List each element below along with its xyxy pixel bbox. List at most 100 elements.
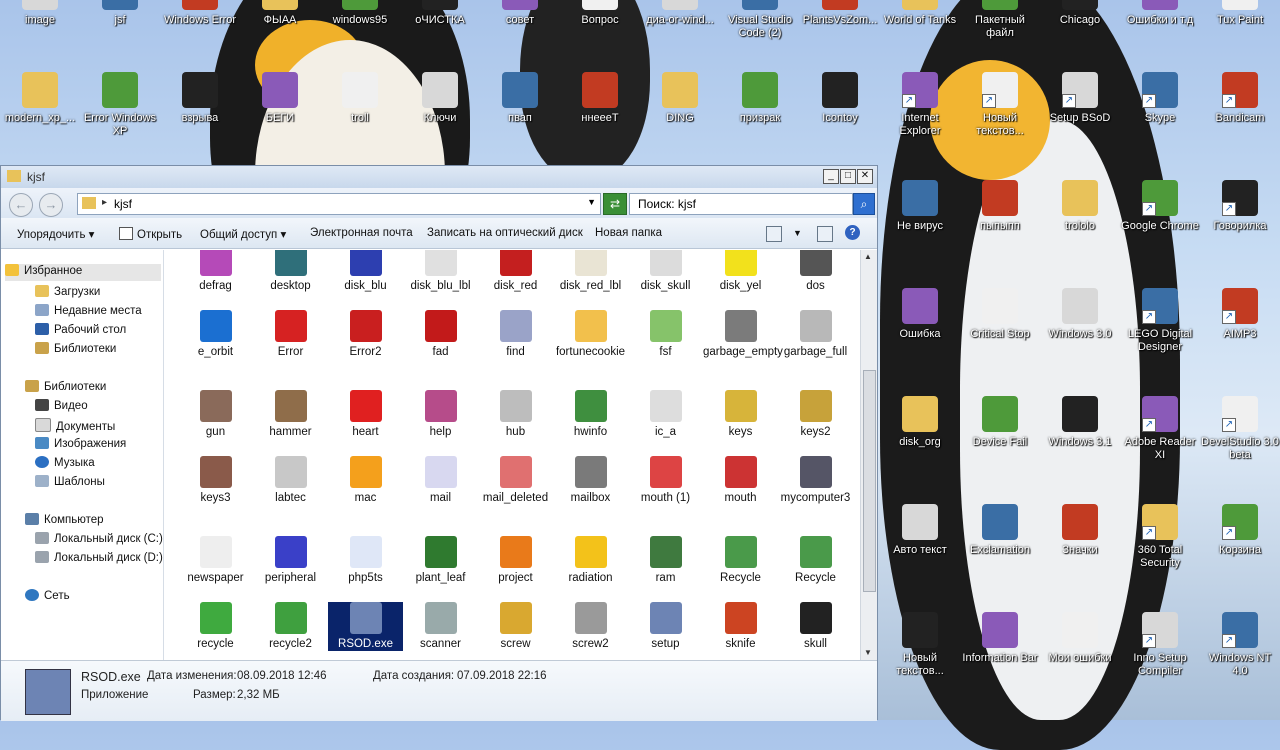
nav-video[interactable]: Видео [35,399,88,412]
nav-documents[interactable]: Документы [35,418,115,433]
chevron-down-icon[interactable]: ▼ [587,197,596,207]
file-item[interactable]: Error2 [328,310,403,359]
desktop-icon-item[interactable]: Windows 3.0 [1040,288,1120,341]
file-item[interactable]: labtec [253,456,328,505]
desktop-icon-item[interactable]: Авто текст [880,504,960,557]
share-button[interactable]: Общий доступ ▾ [200,227,286,241]
desktop-icon-item[interactable]: Windows 3.1 [1040,396,1120,449]
desktop-icon-item[interactable]: пвап [480,72,560,125]
file-item[interactable]: ic_a [628,390,703,439]
file-item[interactable]: newspaper [178,536,253,585]
desktop-icon-item[interactable]: Новый текстов... [880,612,960,678]
scroll-down-icon[interactable]: ▼ [864,648,872,657]
desktop-icon-item[interactable]: Пакетный файл [960,0,1040,40]
forward-button[interactable]: → [39,193,63,217]
nav-desktop[interactable]: Рабочий стол [35,323,126,336]
desktop-icon-item[interactable]: Вопрос [560,0,640,27]
file-item[interactable]: mouth [703,456,778,505]
email-button[interactable]: Электронная почта [310,227,413,239]
desktop-icon-item[interactable]: Error Windows XP [80,72,160,138]
file-item[interactable]: mac [328,456,403,505]
breadcrumb-chevron-icon[interactable]: ▸ [102,197,107,208]
view-options-icon[interactable] [766,226,782,242]
file-item[interactable]: hub [478,390,553,439]
desktop-icon-item[interactable]: Говорилка [1200,180,1280,233]
file-item[interactable]: find [478,310,553,359]
desktop-icon-item[interactable]: Значки [1040,504,1120,557]
vertical-scrollbar[interactable]: ▲ ▼ [860,250,877,660]
file-item[interactable]: keys2 [778,390,853,439]
file-item[interactable]: Error [253,310,328,359]
desktop-icon-item[interactable]: trololo [1040,180,1120,233]
file-item[interactable]: dos [778,250,853,293]
file-item[interactable]: fortunecookie [553,310,628,359]
help-icon[interactable]: ? [845,225,860,240]
file-item[interactable]: disk_skull [628,250,703,293]
file-item[interactable]: disk_yel [703,250,778,293]
file-item[interactable]: scanner [403,602,478,651]
file-item[interactable]: help [403,390,478,439]
title-bar[interactable]: kjsf _ □ ✕ [1,166,877,188]
desktop-icon-item[interactable]: ФЫАА [240,0,320,27]
scroll-up-icon[interactable]: ▲ [864,252,872,261]
address-bar[interactable]: ▸ kjsf ▼ [77,193,601,215]
desktop-icon-item[interactable]: Ошибка [880,288,960,341]
file-item[interactable]: fad [403,310,478,359]
file-item[interactable]: defrag [178,250,253,293]
desktop-icon-item[interactable]: modern_xp_... [0,72,80,125]
preview-pane-icon[interactable] [817,226,833,242]
nav-favorites[interactable]: Избранное [5,264,161,281]
nav-downloads[interactable]: Загрузки [35,285,100,298]
file-item[interactable]: disk_red [478,250,553,293]
desktop-icon-item[interactable]: призрак [720,72,800,125]
refresh-button[interactable]: ⇄ [603,193,627,215]
file-item[interactable]: disk_red_lbl [553,250,628,293]
breadcrumb[interactable]: kjsf [114,197,132,211]
file-item[interactable]: gun [178,390,253,439]
file-item[interactable]: mail [403,456,478,505]
desktop-icon-item[interactable]: пыпыпп [960,180,1040,233]
desktop-icon-item[interactable]: Корзина [1200,504,1280,557]
file-item[interactable]: Recycle [778,536,853,585]
file-item[interactable]: ram [628,536,703,585]
nav-network[interactable]: Сеть [25,589,70,602]
desktop-icon-item[interactable]: диа-or-wind... [640,0,720,27]
desktop-icon-item[interactable]: Information Bar [960,612,1040,665]
desktop-icon-item[interactable]: disk_org [880,396,960,449]
nav-disk-d[interactable]: Локальный диск (D:) [35,551,163,564]
nav-music[interactable]: Музыка [35,456,95,469]
desktop-icon-item[interactable]: troll [320,72,400,125]
desktop-icon-item[interactable]: Новый текстов... [960,72,1040,138]
desktop-icon-item[interactable]: Critical Stop [960,288,1040,341]
nav-disk-c[interactable]: Локальный диск (C:) [35,532,163,545]
file-item[interactable]: mail_deleted [478,456,553,505]
file-item[interactable]: e_orbit [178,310,253,359]
desktop-icon-item[interactable]: Icontoy [800,72,880,125]
file-item[interactable]: RSOD.exe [327,601,404,652]
desktop-icon-item[interactable]: Inno Setup Compiler [1120,612,1200,678]
nav-computer[interactable]: Компьютер [25,513,104,526]
organize-button[interactable]: Упорядочить ▾ [17,227,94,241]
open-button[interactable]: Открыть [119,227,182,241]
file-item[interactable]: radiation [553,536,628,585]
file-item[interactable]: mouth (1) [628,456,703,505]
file-item[interactable]: heart [328,390,403,439]
desktop-icon-item[interactable]: Ошибки и т.д [1120,0,1200,27]
desktop-icon-item[interactable]: БЕГИ [240,72,320,125]
minimize-button[interactable]: _ [823,169,839,184]
search-icon[interactable]: ⌕ [853,193,875,215]
file-item[interactable]: disk_blu_lbl [403,250,478,293]
file-item[interactable]: skull [778,602,853,651]
desktop-icon-item[interactable]: image [0,0,80,27]
file-item[interactable]: peripheral [253,536,328,585]
file-item[interactable]: screw [478,602,553,651]
desktop-icon-item[interactable]: Google Chrome [1120,180,1200,233]
file-item[interactable]: disk_blu [328,250,403,293]
desktop-icon-item[interactable]: 360 Total Security [1120,504,1200,570]
desktop-icon-item[interactable]: оЧИСТКА [400,0,480,27]
desktop-icon-item[interactable]: Visual Studio Code (2) [720,0,800,40]
desktop-icon-item[interactable]: Exclamation [960,504,1040,557]
desktop-icon-item[interactable]: Device Fail [960,396,1040,449]
desktop-icon-item[interactable]: Не вирус [880,180,960,233]
file-item[interactable]: keys3 [178,456,253,505]
